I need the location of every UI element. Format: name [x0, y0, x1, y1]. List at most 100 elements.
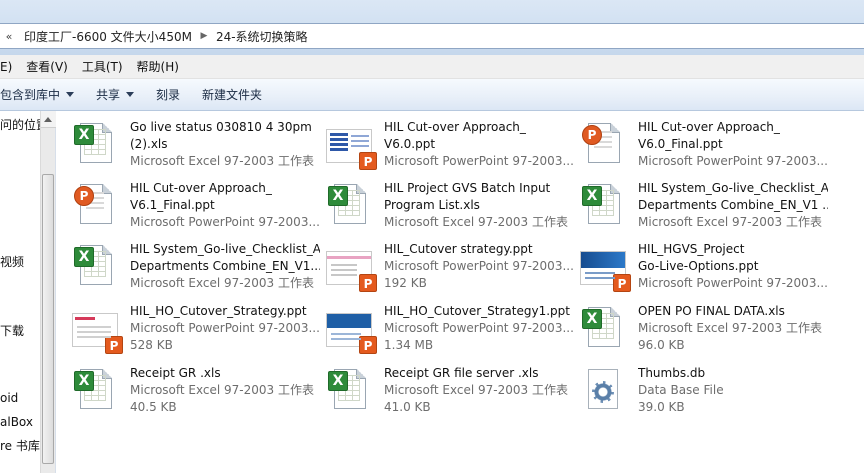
file-name: HIL Cut-over Approach_ — [384, 120, 526, 134]
powerpoint-file-icon: P — [326, 241, 377, 292]
file-size: 40.5 KB — [130, 400, 177, 414]
excel-file-icon: X — [326, 180, 374, 228]
excel-file-icon: X — [326, 365, 374, 413]
menu-bar: E) 查看(V) 工具(T) 帮助(H) — [0, 55, 864, 79]
file-type: Microsoft PowerPoint 97-2003... — [384, 321, 574, 335]
address-bar[interactable]: « 印度工厂-6600 文件大小450M ▶ 24-系统切换策略 — [0, 23, 864, 49]
file-name: Go live status 030810 4 30pm — [130, 120, 312, 134]
file-name: HIL System_Go-live_Checklist_All — [638, 181, 828, 195]
file-name-cont: Program List.xls — [384, 198, 480, 212]
burn-button[interactable]: 刻录 — [145, 83, 191, 107]
menu-help[interactable]: 帮助(H) — [130, 57, 186, 77]
share-label: 共享 — [96, 87, 121, 102]
file-name: HIL Cut-over Approach_ — [638, 120, 780, 134]
file-type: Microsoft Excel 97-2003 工作表 — [130, 276, 314, 290]
excel-file-icon: X — [72, 241, 120, 289]
file-size: 528 KB — [130, 338, 173, 352]
file-item[interactable]: X Receipt GR file server .xls Microsoft … — [310, 357, 568, 414]
file-type: Microsoft Excel 97-2003 工作表 — [384, 383, 568, 397]
file-name: HIL_HGVS_Project — [638, 242, 745, 256]
file-type: Microsoft Excel 97-2003 工作表 — [384, 215, 568, 229]
command-toolbar: 包含到库中 共享 刻录 新建文件夹 — [0, 79, 864, 111]
file-name-cont: Go-Live-Options.ppt — [638, 259, 759, 273]
breadcrumb-segment-folder[interactable]: 印度工厂-6600 文件大小450M — [18, 28, 198, 45]
file-type: Microsoft PowerPoint 97-2003... — [130, 215, 320, 229]
file-name: HIL_HO_Cutover_Strategy.ppt — [130, 304, 307, 318]
file-type: Data Base File — [638, 383, 724, 397]
scroll-thumb[interactable] — [42, 174, 54, 464]
powerpoint-file-icon: P — [580, 119, 628, 167]
file-item[interactable]: P HIL_HO_Cutover_Strategy.ppt Microsoft … — [56, 295, 320, 354]
file-type: Microsoft PowerPoint 97-2003... — [384, 259, 574, 273]
file-name: HIL Project GVS Batch Input — [384, 181, 551, 195]
powerpoint-file-icon: P — [326, 119, 377, 170]
file-item[interactable]: P HIL_HGVS_Project Go-Live-Options.ppt M… — [564, 233, 828, 292]
file-name-cont: Departments Combine_EN_V1... — [130, 259, 320, 273]
file-size: 41.0 KB — [384, 400, 431, 414]
file-item[interactable]: Thumbs.db Data Base File 39.0 KB — [564, 357, 814, 414]
nav-item-library[interactable]: re 书库 — [0, 437, 40, 454]
file-name-cont: Departments Combine_EN_V1 ... — [638, 198, 828, 212]
file-name-cont: V6.0.ppt — [384, 137, 436, 151]
file-type: Microsoft PowerPoint 97-2003... — [638, 154, 828, 168]
chevron-down-icon — [126, 92, 135, 97]
file-item[interactable]: P HIL_Cutover strategy.ppt Microsoft Pow… — [310, 233, 574, 292]
nav-item-virtualbox[interactable]: alBox — [0, 415, 33, 429]
file-type: Microsoft Excel 97-2003 工作表 — [638, 215, 822, 229]
powerpoint-file-icon: P — [72, 303, 123, 354]
file-item[interactable]: P HIL_HO_Cutover_Strategy1.ppt Microsoft… — [310, 295, 574, 354]
file-name: Thumbs.db — [638, 366, 706, 380]
scroll-up-icon[interactable] — [41, 111, 56, 128]
file-name: Receipt GR file server .xls — [384, 366, 539, 380]
file-item[interactable]: X Receipt GR .xls Microsoft Excel 97-200… — [56, 357, 314, 414]
menu-view[interactable]: 查看(V) — [19, 57, 75, 77]
file-name: HIL_Cutover strategy.ppt — [384, 242, 533, 256]
powerpoint-file-icon: P — [72, 180, 120, 228]
nav-item-android[interactable]: oid — [0, 391, 18, 405]
file-size: 1.34 MB — [384, 338, 434, 352]
file-type: Microsoft PowerPoint 97-2003... — [130, 321, 320, 335]
breadcrumb-segment-current[interactable]: 24-系统切换策略 — [210, 28, 314, 45]
file-item[interactable]: X HIL System_Go-live_Checklist_All Depar… — [56, 233, 320, 290]
file-name-cont: (2).xls — [130, 137, 168, 151]
file-list: X Go live status 030810 4 30pm (2).xls M… — [56, 111, 864, 473]
file-size: 39.0 KB — [638, 400, 685, 414]
excel-file-icon: X — [72, 365, 120, 413]
file-type: Microsoft Excel 97-2003 工作表 — [130, 383, 314, 397]
overflow-chevron-icon[interactable]: « — [0, 30, 18, 43]
file-name: OPEN PO FINAL DATA.xls — [638, 304, 785, 318]
file-item[interactable]: X OPEN PO FINAL DATA.xls Microsoft Excel… — [564, 295, 822, 352]
excel-file-icon: X — [72, 119, 120, 167]
excel-file-icon: X — [580, 180, 628, 228]
file-item[interactable]: P HIL Cut-over Approach_ V6.1_Final.ppt … — [56, 172, 320, 229]
powerpoint-file-icon: P — [580, 241, 631, 292]
include-in-library-label: 包含到库中 — [0, 87, 61, 102]
file-name-cont: V6.0_Final.ppt — [638, 137, 723, 151]
file-item[interactable]: P HIL Cut-over Approach_ V6.0.ppt Micros… — [310, 111, 574, 170]
file-item[interactable]: P HIL Cut-over Approach_ V6.0_Final.ppt … — [564, 111, 828, 168]
file-type: Microsoft PowerPoint 97-2003... — [638, 276, 828, 290]
file-item[interactable]: X HIL System_Go-live_Checklist_All Depar… — [564, 172, 828, 229]
include-in-library-button[interactable]: 包含到库中 — [0, 83, 85, 107]
file-item[interactable]: X HIL Project GVS Batch Input Program Li… — [310, 172, 568, 229]
excel-file-icon: X — [580, 303, 628, 351]
nav-scrollbar[interactable] — [40, 111, 56, 473]
new-folder-button[interactable]: 新建文件夹 — [191, 83, 273, 107]
powerpoint-file-icon: P — [326, 303, 377, 354]
file-name-cont: V6.1_Final.ppt — [130, 198, 215, 212]
breadcrumb-separator-icon[interactable]: ▶ — [198, 31, 210, 41]
file-name: HIL_HO_Cutover_Strategy1.ppt — [384, 304, 570, 318]
menu-edit[interactable]: E) — [0, 57, 19, 77]
file-name: HIL System_Go-live_Checklist_All — [130, 242, 320, 256]
file-size: 192 KB — [384, 276, 427, 290]
address-bar-area: « 印度工厂-6600 文件大小450M ▶ 24-系统切换策略 — [0, 0, 864, 55]
file-name: Receipt GR .xls — [130, 366, 221, 380]
database-file-icon — [580, 365, 628, 413]
nav-item-downloads[interactable]: 下载 — [0, 322, 24, 339]
chevron-down-icon — [66, 92, 75, 97]
file-item[interactable]: X Go live status 030810 4 30pm (2).xls M… — [56, 111, 314, 168]
nav-item-videos[interactable]: 视频 — [0, 253, 24, 270]
menu-tools[interactable]: 工具(T) — [75, 57, 130, 77]
share-button[interactable]: 共享 — [85, 83, 145, 107]
file-size: 96.0 KB — [638, 338, 685, 352]
